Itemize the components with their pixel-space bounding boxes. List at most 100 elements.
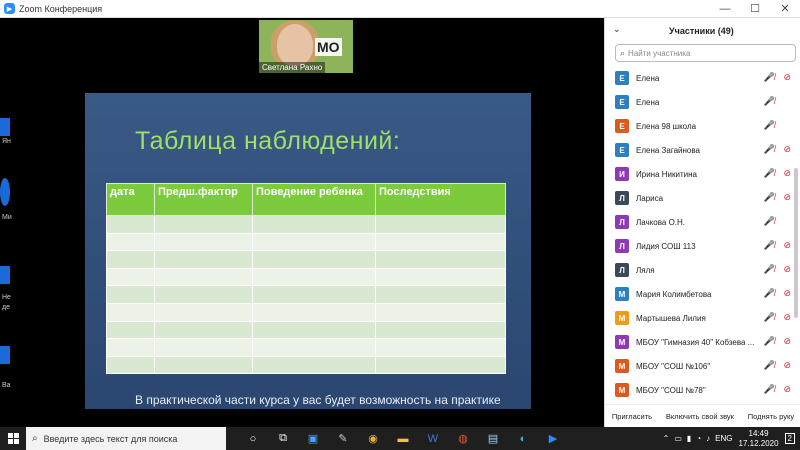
- language-indicator[interactable]: ENG: [715, 434, 732, 443]
- clock-time: 14:49: [748, 428, 769, 438]
- network-icon[interactable]: ◔: [696, 434, 701, 443]
- participant-list-scrollbar[interactable]: [794, 168, 798, 318]
- minimize-button[interactable]: —: [710, 3, 740, 15]
- zoom-taskbar-icon[interactable]: ▶: [538, 432, 568, 445]
- muted-mic-icon: 🎤̸: [763, 120, 775, 130]
- close-button[interactable]: ✕: [770, 2, 800, 15]
- participant-list: Е Елена 🎤̸ ⊘ Е Елена 🎤̸ Е Елена 98 школа 🎤̸ Е Елена…: [605, 66, 795, 402]
- title-bar: ▶ Zoom Конференция — ☐ ✕: [0, 0, 800, 18]
- participant-row[interactable]: Л Лидия СОШ 113 🎤̸ ⊘: [605, 234, 795, 258]
- participant-row[interactable]: М МБОУ "СОШ №106" 🎤̸ ⊘: [605, 354, 795, 378]
- table-cell: [252, 338, 376, 357]
- table-cell: [154, 355, 253, 375]
- taskbar-search-placeholder: Введите здесь текст для поиска: [43, 433, 178, 444]
- app-icon[interactable]: ▤: [478, 432, 508, 445]
- tray-up-icon[interactable]: ⌃: [663, 434, 670, 443]
- speaker-name: Светлана Рахно: [259, 62, 326, 73]
- app-icon[interactable]: ✎: [328, 432, 358, 445]
- avatar: Е: [615, 71, 629, 85]
- raise-hand-button[interactable]: Поднять руку: [745, 409, 797, 424]
- start-button[interactable]: [0, 433, 26, 444]
- maximize-button[interactable]: ☐: [740, 2, 770, 15]
- participant-row[interactable]: Е Елена 🎤̸: [605, 90, 795, 114]
- table-cell: [154, 320, 253, 340]
- table-row: [106, 320, 506, 340]
- participant-row[interactable]: М Мартышева Лилия 🎤̸ ⊘: [605, 306, 795, 330]
- desktop-label: Ва: [2, 382, 11, 389]
- slide-title: Таблица наблюдений:: [135, 127, 401, 155]
- participant-row[interactable]: Л Лариса 🎤̸ ⊘: [605, 186, 795, 210]
- windows-logo-icon: [7, 433, 19, 444]
- camera-off-icon: ⊘: [783, 288, 791, 298]
- avatar: Л: [615, 239, 629, 253]
- taskbar-search-input[interactable]: ⌕ Введите здесь текст для поиска: [26, 427, 226, 450]
- table-cell: [252, 267, 376, 287]
- participant-row[interactable]: И Ирина Никитина 🎤̸ ⊘: [605, 162, 795, 186]
- notifications-icon[interactable]: 2: [784, 433, 795, 444]
- presentation-slide: Таблица наблюдений: дата Предш.фактор По…: [85, 93, 531, 409]
- participant-row[interactable]: Е Елена Загайнова 🎤̸ ⊘: [605, 138, 795, 162]
- zoom-window: ▶ Zoom Конференция — ☐ ✕ Ян Ми Не де Ва …: [0, 0, 800, 427]
- table-row: [106, 215, 506, 234]
- table-cell: [252, 302, 376, 322]
- table-row: [106, 302, 506, 322]
- participant-row[interactable]: Е Елена 🎤̸ ⊘: [605, 66, 795, 90]
- table-cell: [154, 232, 253, 252]
- participant-row[interactable]: Е Елена 98 школа 🎤̸: [605, 114, 795, 138]
- word-icon[interactable]: W: [418, 433, 448, 445]
- clock[interactable]: 14:49 17.12.2020: [739, 429, 779, 449]
- table-header-cell: Поведение ребенка: [252, 183, 376, 216]
- slide-footer-text: В практической части курса у вас будет в…: [135, 393, 501, 407]
- volume-icon[interactable]: ♪: [706, 434, 710, 443]
- avatar: Е: [615, 143, 629, 157]
- participant-search-input[interactable]: ⌕ Найти участника: [615, 44, 796, 62]
- table-header-cell: Предш.фактор: [154, 183, 253, 216]
- table-cell: [154, 285, 253, 304]
- participant-row[interactable]: Л Лачкова О.Н. 🎤̸: [605, 210, 795, 234]
- app-icon[interactable]: ◍: [448, 432, 478, 445]
- table-cell: [154, 215, 253, 234]
- participant-row[interactable]: М Мария Колимбетова 🎤̸ ⊘: [605, 282, 795, 306]
- tray-app-icon[interactable]: ▭: [674, 434, 682, 443]
- invite-button[interactable]: Пригласить: [609, 409, 655, 424]
- app-icon[interactable]: ▣: [298, 432, 328, 445]
- video-badge: MO: [315, 38, 342, 56]
- desktop-label: де: [2, 304, 10, 311]
- table-cell: [106, 215, 155, 234]
- table-cell: [106, 232, 155, 252]
- avatar: Е: [615, 95, 629, 109]
- table-row: [106, 267, 506, 287]
- speaker-video-thumbnail[interactable]: MO Светлана Рахно: [259, 20, 353, 73]
- muted-mic-icon: 🎤̸: [763, 288, 775, 298]
- task-view-icon[interactable]: ⧉: [268, 432, 298, 445]
- table-cell: [106, 267, 155, 287]
- desktop-label: Ян: [2, 138, 11, 145]
- camera-off-icon: ⊘: [783, 192, 791, 202]
- desktop-icon: [0, 178, 10, 206]
- muted-mic-icon: 🎤̸: [763, 312, 775, 322]
- participant-row[interactable]: Л Ляля 🎤̸ ⊘: [605, 258, 795, 282]
- table-cell: [252, 215, 376, 234]
- explorer-icon[interactable]: ▬: [388, 433, 418, 445]
- chrome-icon[interactable]: ◉: [358, 432, 388, 445]
- muted-mic-icon: 🎤̸: [763, 360, 775, 370]
- avatar: М: [615, 287, 629, 301]
- table-cell: [375, 285, 506, 304]
- edge-icon[interactable]: ◐: [508, 433, 538, 445]
- participant-row[interactable]: М МБОУ "СОШ №78" 🎤̸ ⊘: [605, 378, 795, 402]
- battery-icon[interactable]: ▮: [687, 434, 691, 443]
- avatar: М: [615, 359, 629, 373]
- participants-title: Участники (49): [669, 26, 734, 36]
- table-cell: [375, 320, 506, 340]
- muted-mic-icon: 🎤̸: [763, 264, 775, 274]
- avatar: Л: [615, 191, 629, 205]
- search-placeholder: Найти участника: [628, 48, 691, 58]
- chevron-down-icon[interactable]: ⌄: [613, 24, 621, 35]
- avatar: Е: [615, 119, 629, 133]
- table-cell: [154, 302, 253, 322]
- unmute-self-button[interactable]: Включить свой звук: [663, 409, 737, 424]
- cortana-icon[interactable]: ○: [238, 433, 268, 445]
- table-cell: [375, 267, 506, 287]
- table-row: [106, 232, 506, 252]
- participant-row[interactable]: М МБОУ "Гимназия 40" Кобзева ... 🎤̸ ⊘: [605, 330, 795, 354]
